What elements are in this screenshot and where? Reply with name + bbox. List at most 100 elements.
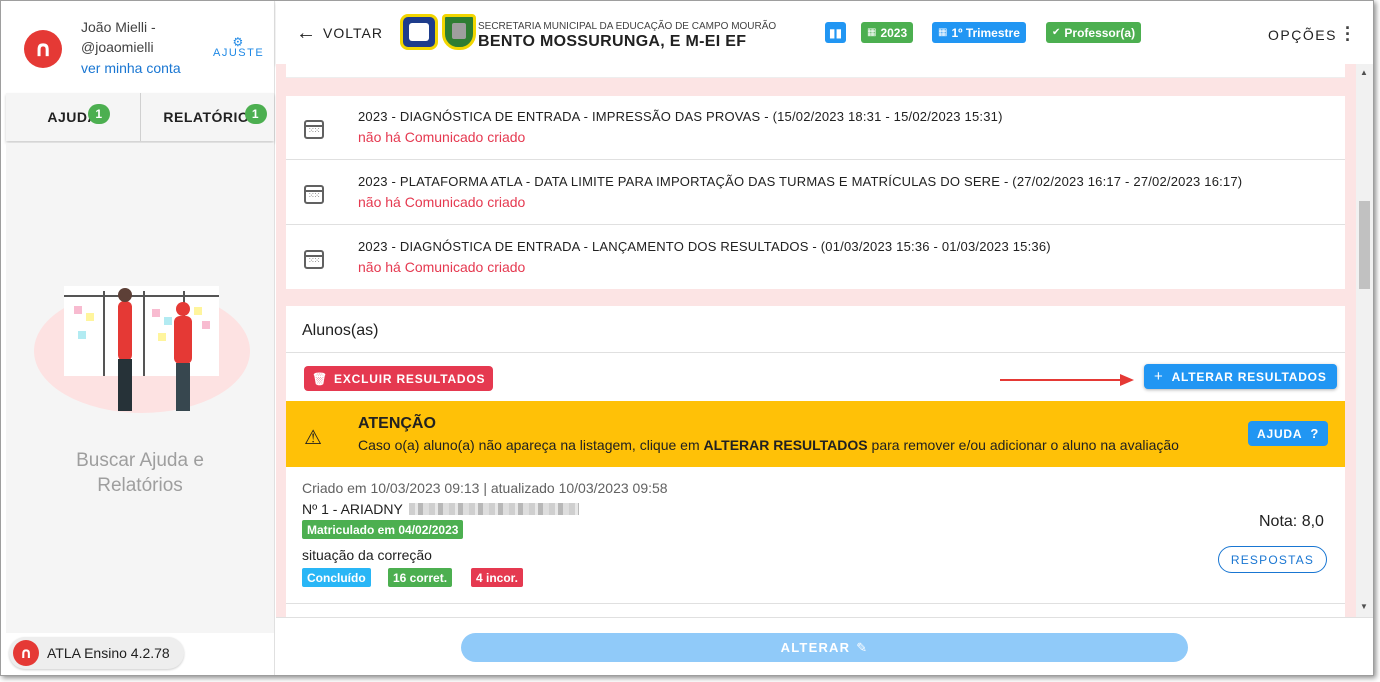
event-status: não há Comunicado criado [358,259,526,275]
sidebar-tabs: AJUDA 1 RELATÓRIOS 1 [6,93,274,141]
event-title: 2023 - DIAGNÓSTICA DE ENTRADA - LANÇAMEN… [358,239,1051,254]
help-text-line2: Relatórios [97,475,183,496]
event-status: não há Comunicado criado [358,129,526,145]
year-label: 2023 [880,25,908,40]
divider [286,352,1345,353]
version-label: ATLA Ensino 4.2.78 [47,645,170,661]
atla-logo: ∩ [24,30,62,68]
blurred-surname [408,503,579,515]
atla-small-logo: ∩ [13,640,39,666]
tab-relatorios[interactable]: RELATÓRIOS 1 [139,93,275,141]
gear-icon: ⚙ [232,35,245,49]
created-info: Criado em 10/03/2023 09:13 | atualizado … [302,480,668,496]
scrollbar[interactable]: ▲ ▼ [1356,64,1373,617]
students-heading: Alunos(as) [302,322,379,339]
calendar-icon: ▦ [867,27,877,38]
enrolled-tag: Matriculado em 04/02/2023 [302,520,464,539]
app-window: ∩ João Mielli - @joaomielli ver minha co… [0,0,1374,676]
answers-button[interactable]: RESPOSTAS [1218,546,1327,573]
event-status: não há Comunicado criado [358,194,526,210]
help-text-line1: Buscar Ajuda e [76,450,204,471]
previous-card-edge [286,64,1345,78]
stats-chip[interactable]: ▮▮ [825,22,846,43]
delete-results-label: EXCLUIR RESULTADOS [334,371,486,386]
arrow-left-icon: ← [296,22,317,44]
account-link[interactable]: ver minha conta [81,60,181,76]
school-subtitle: SECRETARIA MUNICIPAL DA EDUCAÇÃO DE CAMP… [478,21,777,32]
user-panel: ∩ João Mielli - @joaomielli ver minha co… [1,1,275,91]
scroll-up-icon[interactable]: ▲ [1360,68,1368,77]
red-arrow-annotation [1000,374,1134,386]
submit-change-label: ALTERAR [780,640,851,655]
edit-icon: ✎ [856,639,869,655]
tab-relatorios-badge: 1 [244,104,267,124]
event-item[interactable]: 2023 - DIAGNÓSTICA DE ENTRADA - IMPRESSÃ… [286,96,1345,160]
students-card: Alunos(as) 🗑 EXCLUIR RESULTADOS + ALTERA… [286,306,1345,617]
status-badge-incorrect: 4 incor. [471,568,524,587]
options-button[interactable]: OPÇÕES [1268,27,1337,43]
submit-change-button[interactable]: ALTERAR ✎ [461,633,1188,662]
more-vert-icon[interactable]: · · · [1345,19,1351,49]
help-text: Buscar Ajuda e Relatórios [6,448,274,498]
check-circle-icon: ✔ [1052,27,1061,38]
period-chip[interactable]: ▦ 1º Trimestre [932,22,1026,43]
scroll-down-icon[interactable]: ▼ [1360,602,1368,611]
divider [286,603,1345,604]
help-panel: Buscar Ajuda e Relatórios [6,143,274,633]
calendar-icon [304,120,324,139]
delete-results-button[interactable]: 🗑 EXCLUIR RESULTADOS [304,366,494,391]
role-label: Professor(a) [1064,25,1136,40]
city-crest [442,14,476,50]
calendar-icon [304,250,324,269]
alert-title: ATENÇÃO [358,415,436,432]
attention-alert: ⚠ ATENÇÃO Caso o(a) aluno(a) não apareça… [286,401,1345,467]
bar-chart-icon: ▮▮ [828,25,843,40]
school-name: BENTO MOSSURUNGA, E M-EI EF [478,33,747,50]
alert-message-bold: ALTERAR RESULTADOS [703,437,868,453]
student-name-row: Nº 1 - ARIADNY [302,501,579,517]
change-results-button[interactable]: + ALTERAR RESULTADOS [1144,364,1337,389]
user-handle: @joaomielli [81,39,154,55]
warning-icon: ⚠ [304,427,322,449]
correction-label: situação da correção [302,547,432,563]
tab-ajuda[interactable]: AJUDA 1 [6,93,140,141]
period-label: 1º Trimestre [951,25,1020,40]
alert-message-pre: Caso o(a) aluno(a) não apareça na listag… [358,437,704,453]
tab-ajuda-badge: 1 [88,104,110,124]
calendar-icon: ▦ [938,27,948,38]
grade: Nota: 8,0 [1259,513,1324,530]
role-chip[interactable]: ✔ Professor(a) [1046,22,1142,43]
scrollbar-thumb[interactable] [1359,201,1370,289]
question-icon: ? [1310,426,1320,441]
help-button-label: AJUDA [1257,426,1303,441]
events-card: 2023 - DIAGNÓSTICA DE ENTRADA - IMPRESSÃ… [286,96,1345,289]
main-content: 2023 - DIAGNÓSTICA DE ENTRADA - IMPRESSÃ… [276,64,1356,617]
settings-label: AJUSTE [213,47,265,59]
back-label: VOLTAR [323,25,383,41]
settings-button[interactable]: ⚙ AJUSTE [213,35,265,59]
change-results-label: ALTERAR RESULTADOS [1171,369,1327,384]
top-bar: ← VOLTAR SECRETARIA MUNICIPAL DA EDUCAÇÃ… [276,1,1373,64]
year-chip[interactable]: ▦ 2023 [861,22,914,43]
event-title: 2023 - PLATAFORMA ATLA - DATA LIMITE PAR… [358,174,1243,189]
event-item[interactable]: 2023 - DIAGNÓSTICA DE ENTRADA - LANÇAMEN… [286,226,1345,290]
alert-message-post: para remover e/ou adicionar o aluno na a… [867,437,1179,453]
event-item[interactable]: 2023 - PLATAFORMA ATLA - DATA LIMITE PAR… [286,161,1345,225]
calendar-icon [304,185,324,204]
status-badge-concluido: Concluído [302,568,371,587]
version-chip: ∩ ATLA Ensino 4.2.78 [9,637,184,669]
education-logo [400,14,438,50]
sidebar: ∩ João Mielli - @joaomielli ver minha co… [1,1,275,675]
student-name: Nº 1 - ARIADNY [302,501,403,517]
user-name: João Mielli - [81,19,156,35]
back-button[interactable]: ← VOLTAR [296,22,383,44]
school-crests [400,14,476,50]
help-button[interactable]: AJUDA ? [1248,421,1329,446]
status-badge-correct: 16 corret. [388,568,453,587]
event-title: 2023 - DIAGNÓSTICA DE ENTRADA - IMPRESSÃ… [358,109,1003,124]
alert-message: Caso o(a) aluno(a) não apareça na listag… [358,437,1179,453]
help-illustration [34,286,250,413]
plus-icon: + [1154,368,1164,385]
bottom-bar: ALTERAR ✎ [276,617,1373,675]
trash-icon: 🗑 [312,371,329,386]
